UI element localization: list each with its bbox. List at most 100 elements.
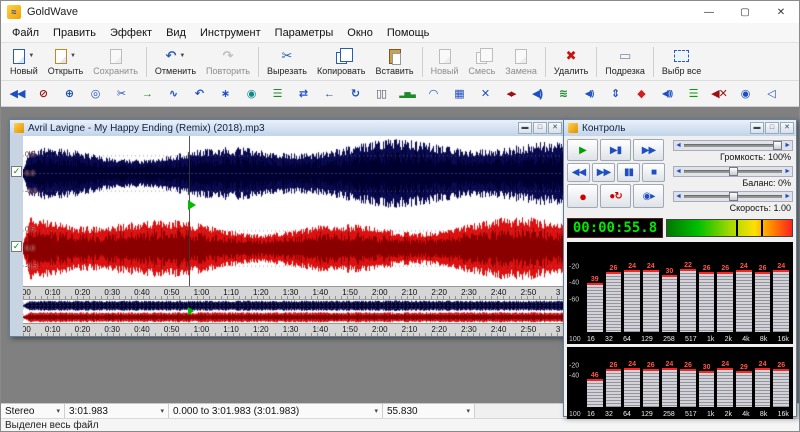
- menu-item-8[interactable]: Помощь: [380, 27, 437, 39]
- playback-position-line[interactable]: [189, 136, 190, 286]
- globe-tool-icon[interactable]: ◉: [239, 83, 263, 105]
- slider-left-arrow-icon[interactable]: ◄: [675, 192, 682, 201]
- slider-thumb[interactable]: [729, 192, 738, 201]
- control-minimize-button[interactable]: ▬: [750, 122, 764, 134]
- overview-position-marker-icon[interactable]: [188, 307, 194, 315]
- dropdown-arrow-icon[interactable]: ▼: [179, 53, 185, 59]
- control-titlebar[interactable]: Контроль ▬ □ ✕: [564, 120, 796, 136]
- waves-icon[interactable]: ≋: [551, 83, 575, 105]
- replace-button[interactable]: Замена: [500, 44, 542, 80]
- maximize-button[interactable]: ▢: [727, 1, 763, 23]
- speaker-icon[interactable]: ◀)): [577, 83, 601, 105]
- dropdown-arrow-icon[interactable]: ▼: [70, 53, 76, 59]
- bars-chart-icon[interactable]: ▂▅▃: [395, 83, 419, 105]
- left-channel-toggle[interactable]: ✓: [11, 166, 22, 177]
- menu-item-5[interactable]: Инструмент: [193, 27, 268, 39]
- undo-button[interactable]: ↶▼Отменить: [150, 44, 201, 80]
- trim-button[interactable]: ▭Подрезка: [600, 44, 650, 80]
- grid-icon[interactable]: ▦: [447, 83, 471, 105]
- speaker-mute-icon[interactable]: ◀✕: [707, 83, 731, 105]
- mix-button[interactable]: Смесь: [463, 44, 500, 80]
- record-loop-button[interactable]: ●↻: [600, 184, 631, 208]
- expand-vertical-icon[interactable]: ⇕: [603, 83, 627, 105]
- minimize-button[interactable]: —: [691, 1, 727, 23]
- slider-right-arrow-icon[interactable]: ►: [784, 167, 791, 176]
- right-channel-toggle[interactable]: ✓: [11, 241, 22, 252]
- sparkle-tool-icon[interactable]: ∗: [213, 83, 237, 105]
- close-button[interactable]: ✕: [763, 1, 799, 23]
- wave-tool-icon[interactable]: ∿: [161, 83, 185, 105]
- menu-item-6[interactable]: Параметры: [268, 27, 341, 39]
- play-all-button[interactable]: ▶▶: [633, 139, 664, 161]
- slider-thumb[interactable]: [773, 141, 782, 150]
- time-axis[interactable]: 0:000:100:200:300:400:501:001:101:201:30…: [23, 286, 564, 299]
- document-minimize-button[interactable]: ▬: [518, 122, 532, 134]
- monitor-input-icon[interactable]: ⊘: [31, 83, 55, 105]
- undo-tool-icon[interactable]: ↶: [187, 83, 211, 105]
- slider-left-arrow-icon[interactable]: ◄: [675, 167, 682, 176]
- speaker-small-icon[interactable]: ◁: [759, 83, 783, 105]
- menu-item-4[interactable]: Вид: [159, 27, 193, 39]
- paste-button[interactable]: Вставить: [370, 44, 418, 80]
- menu-item-3[interactable]: Эффект: [103, 27, 159, 39]
- slider-track[interactable]: ◄►: [673, 166, 793, 177]
- dropdown-arrow-icon[interactable]: ▾: [160, 407, 164, 415]
- menu-item-7[interactable]: Окно: [340, 27, 380, 39]
- new-button[interactable]: ▼Новый: [5, 44, 43, 80]
- control-properties-icon[interactable]: ◀◀: [5, 83, 29, 105]
- blue-dot-icon[interactable]: ◉: [733, 83, 757, 105]
- control-maximize-button[interactable]: □: [765, 122, 779, 134]
- goto-icon[interactable]: →: [135, 83, 159, 105]
- fast-forward-button[interactable]: ▶▶: [592, 163, 615, 182]
- status-segment-4[interactable]: 55.830▾: [383, 404, 475, 418]
- redo-button[interactable]: ↷Повторить: [201, 44, 255, 80]
- mixer-icon[interactable]: ▯▯: [369, 83, 393, 105]
- document-maximize-button[interactable]: □: [533, 122, 547, 134]
- menu-item-2[interactable]: Править: [46, 27, 103, 39]
- status-segment-3[interactable]: 0.000 to 3:01.983 (3:01.983)▾: [169, 404, 383, 418]
- slider-thumb[interactable]: [729, 167, 738, 176]
- arch-icon[interactable]: ◠: [421, 83, 445, 105]
- dropdown-arrow-icon[interactable]: ▾: [466, 407, 470, 415]
- speaker-left-icon[interactable]: ◀): [525, 83, 549, 105]
- record-mode-button[interactable]: ◉▸: [633, 184, 664, 208]
- speaker-loud-icon[interactable]: ◀))): [655, 83, 679, 105]
- status-segment-1[interactable]: Stereo▾: [1, 404, 65, 418]
- pause-button[interactable]: ▮▮: [617, 163, 640, 182]
- diamond-icon[interactable]: ◆: [629, 83, 653, 105]
- play-selection-button[interactable]: ▶▮: [600, 139, 631, 161]
- refresh-icon[interactable]: ↻: [343, 83, 367, 105]
- document-window[interactable]: Avril Lavigne - My Happy Ending (Remix) …: [9, 119, 565, 337]
- dropdown-arrow-icon[interactable]: ▾: [374, 407, 378, 415]
- markers-icon[interactable]: ◂▸: [499, 83, 523, 105]
- balance-slider[interactable]: ◄►Баланс: 0%: [673, 166, 793, 189]
- playlist-icon[interactable]: ☰: [265, 83, 289, 105]
- delete-button[interactable]: ✖Удалить: [549, 44, 593, 80]
- slider-left-arrow-icon[interactable]: ◄: [675, 141, 682, 150]
- fit-selection-icon[interactable]: ⊕: [57, 83, 81, 105]
- speed-slider[interactable]: ◄►Скорость: 1.00: [673, 191, 793, 214]
- title-bar[interactable]: ≈ GoldWave — ▢ ✕: [1, 1, 799, 23]
- document-titlebar[interactable]: Avril Lavigne - My Happy Ending (Remix) …: [10, 120, 564, 136]
- dropdown-arrow-icon[interactable]: ▼: [28, 53, 34, 59]
- status-segment-2[interactable]: 3:01.983▾: [65, 404, 169, 418]
- slider-right-arrow-icon[interactable]: ►: [784, 141, 791, 150]
- slider-track[interactable]: ◄►: [673, 191, 793, 202]
- stop-button[interactable]: ■: [642, 163, 665, 182]
- open-button[interactable]: ▼Открыть: [43, 44, 88, 80]
- cut-tool-icon[interactable]: ✂: [109, 83, 133, 105]
- play-button[interactable]: ▶: [567, 139, 598, 161]
- equalizer-icon[interactable]: ☰: [681, 83, 705, 105]
- waveform-view[interactable]: 0.50.0-0.50.50.0-0.5: [23, 136, 564, 286]
- control-close-button[interactable]: ✕: [780, 122, 794, 134]
- copy-button[interactable]: Копировать: [312, 44, 370, 80]
- swap-channels-icon[interactable]: ⇄: [291, 83, 315, 105]
- record-button[interactable]: ●: [567, 184, 598, 208]
- control-window[interactable]: Контроль ▬ □ ✕ ▶▶▮▶▶◀◀▶▶▮▮■●●↻◉▸ ◄►Громк…: [563, 119, 797, 417]
- playback-position-marker-icon[interactable]: [188, 200, 196, 210]
- overview-time-axis[interactable]: 0:000:100:200:300:400:501:001:101:201:30…: [23, 323, 564, 336]
- save-button[interactable]: Сохранить: [88, 44, 143, 80]
- rewind-button[interactable]: ◀◀: [567, 163, 590, 182]
- slider-right-arrow-icon[interactable]: ►: [784, 192, 791, 201]
- close-tool-icon[interactable]: ✕: [473, 83, 497, 105]
